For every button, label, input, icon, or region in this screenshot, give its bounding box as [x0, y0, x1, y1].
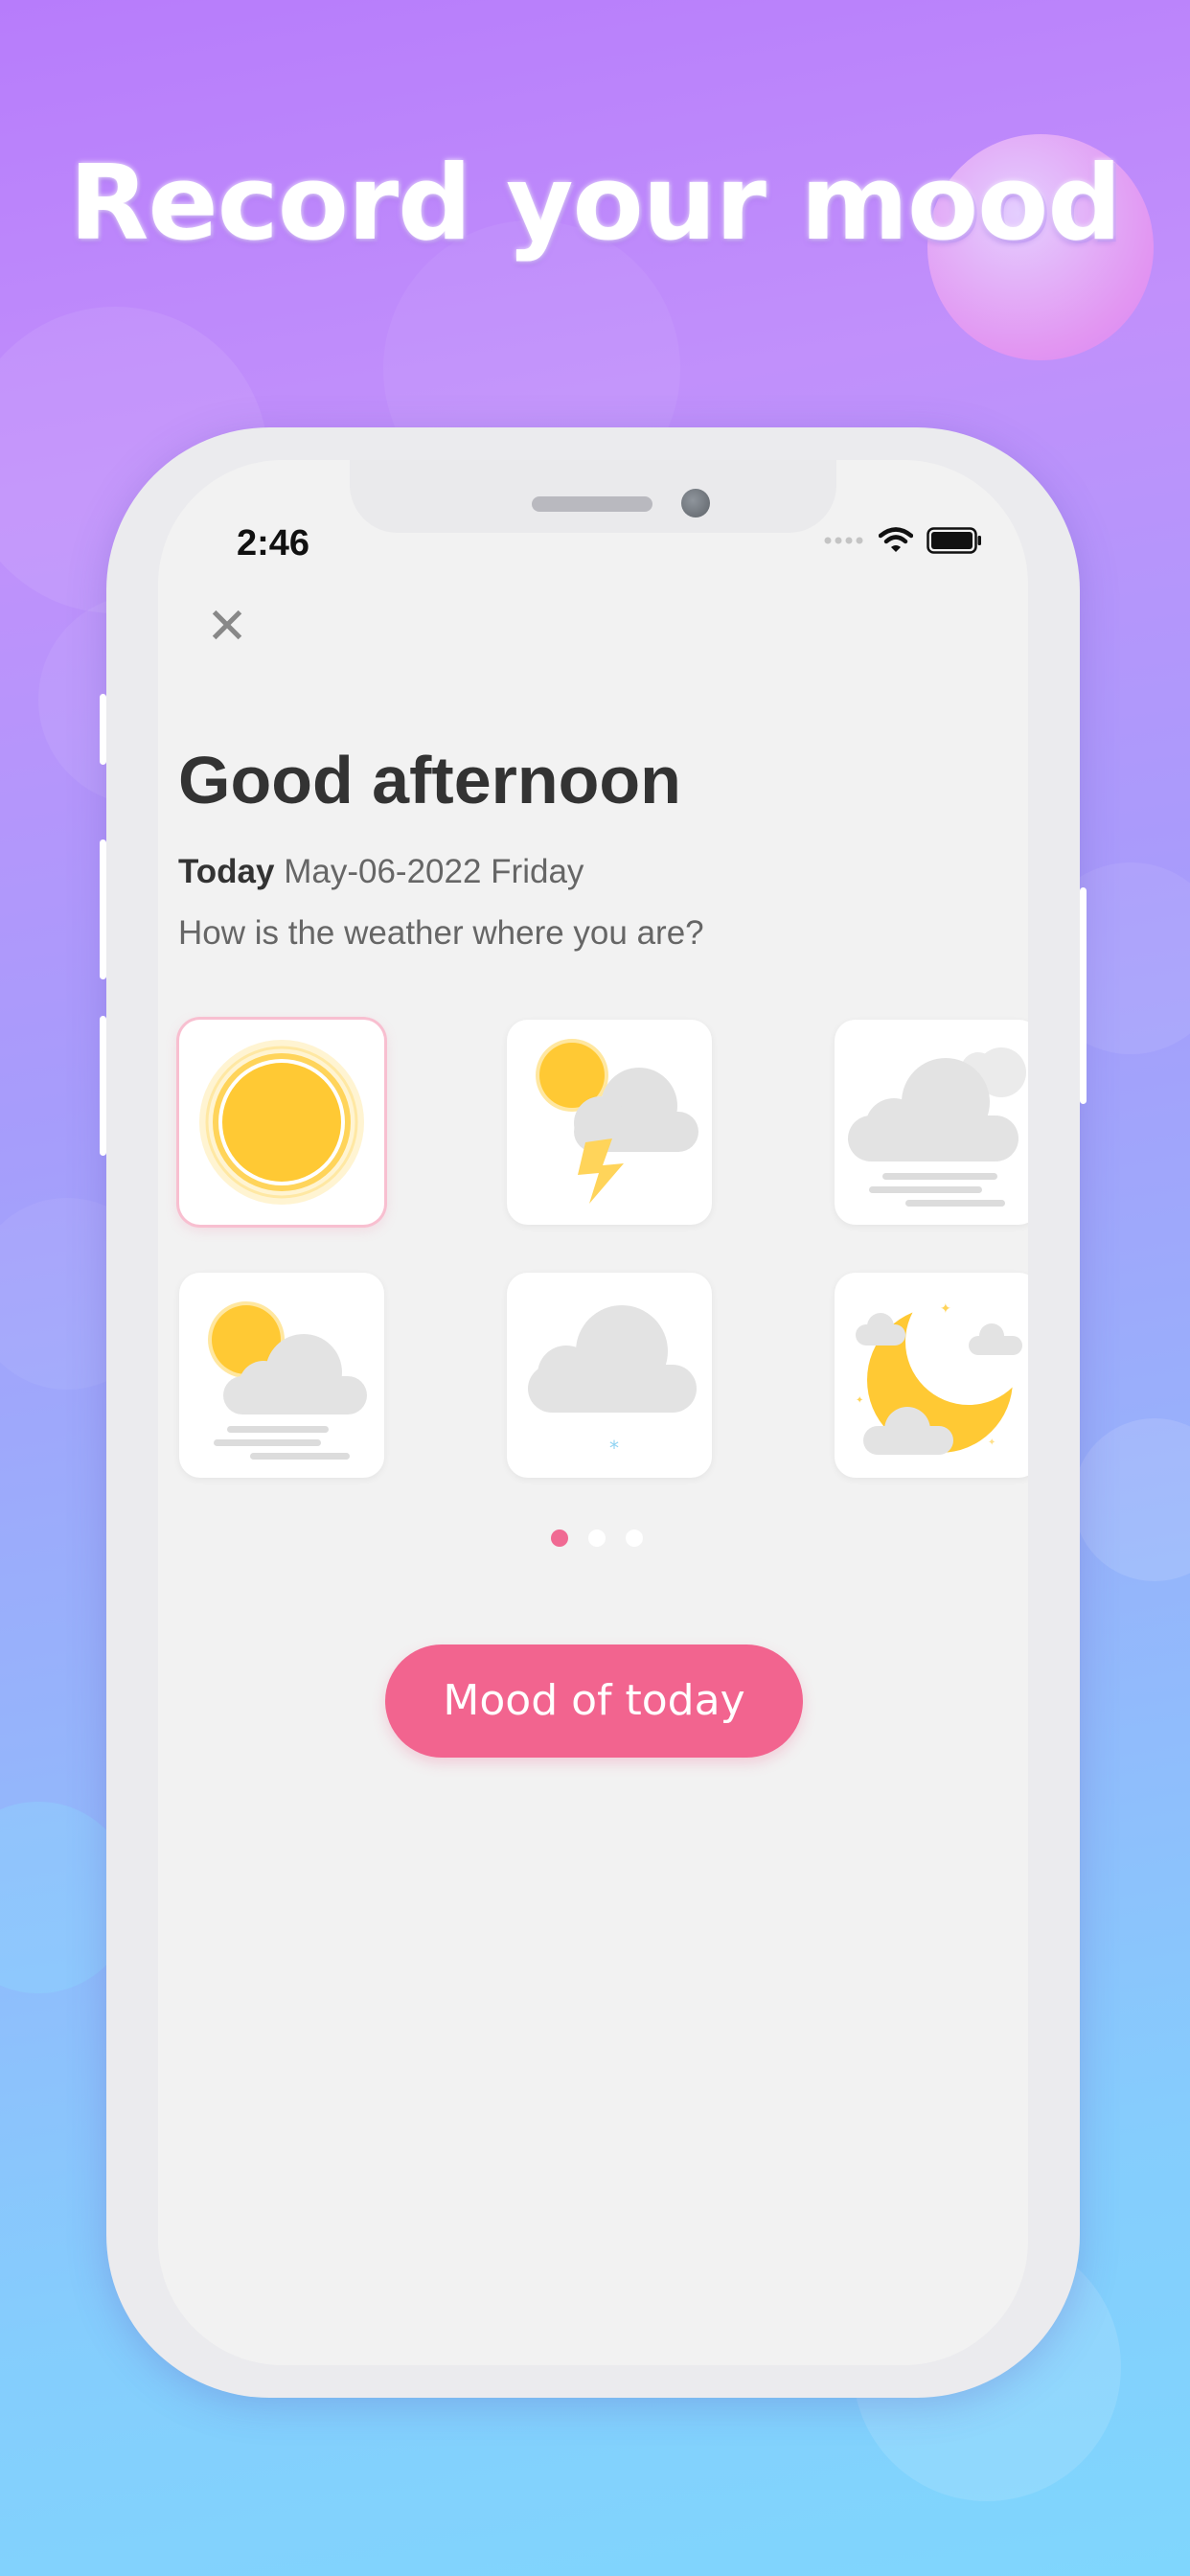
- svg-text:✦: ✦: [988, 1438, 995, 1448]
- weather-option-thunderstorm[interactable]: [507, 1020, 712, 1225]
- svg-text:✦: ✦: [856, 1395, 863, 1406]
- weather-option-fog[interactable]: [835, 1020, 1028, 1225]
- status-icons: [823, 527, 982, 554]
- snow-icon: *: [528, 1305, 697, 1460]
- mood-of-today-button[interactable]: Mood of today: [385, 1644, 803, 1758]
- weather-option-partly-cloudy-fog[interactable]: [179, 1273, 384, 1478]
- app-screen: 2:46 ✕ Good afternoon Today May-06-2022 …: [158, 460, 1028, 2365]
- page-indicator-2[interactable]: [588, 1530, 606, 1547]
- bubble-decoration: [1073, 1418, 1190, 1581]
- weather-option-snow[interactable]: *: [507, 1273, 712, 1478]
- close-icon[interactable]: ✕: [189, 588, 265, 665]
- date-line: Today May-06-2022 Friday: [178, 853, 584, 891]
- clear-night-icon: ✦ ✦ ✦: [856, 1278, 1028, 1455]
- wifi-icon: [879, 527, 913, 552]
- thunderstorm-icon: [536, 1039, 698, 1204]
- weather-question: How is the weather where you are?: [178, 914, 704, 952]
- front-camera: [681, 489, 710, 518]
- notch: [350, 460, 836, 533]
- svg-text:*: *: [609, 1437, 619, 1460]
- sunny-icon: [199, 1040, 364, 1205]
- phone-side-button: [1080, 887, 1087, 1104]
- battery-icon: [927, 527, 981, 554]
- date-prefix: Today: [178, 853, 275, 890]
- speaker: [532, 496, 652, 512]
- partly-cloudy-fog-icon: [208, 1301, 367, 1460]
- page-indicator-3[interactable]: [626, 1530, 643, 1547]
- status-time: 2:46: [237, 523, 310, 564]
- page-indicator-1[interactable]: [551, 1530, 568, 1547]
- phone-side-button: [100, 840, 106, 979]
- date-text: May-06-2022 Friday: [284, 853, 584, 890]
- weather-option-clear-night[interactable]: ✦ ✦ ✦: [835, 1273, 1028, 1478]
- svg-text:✦: ✦: [940, 1301, 951, 1317]
- phone-mockup: 2:46 ✕ Good afternoon Today May-06-2022 …: [100, 427, 1087, 2398]
- headline: Record your mood: [69, 144, 1121, 264]
- fog-icon: [848, 1047, 1026, 1207]
- greeting-title: Good afternoon: [178, 743, 681, 817]
- phone-side-button: [100, 1016, 106, 1156]
- background: Record your mood 2:46 ✕ Good afternoon T…: [0, 0, 1190, 2576]
- weather-option-sunny[interactable]: [179, 1020, 384, 1225]
- phone-side-button: [100, 694, 106, 765]
- cellular-signal-icon: [824, 537, 863, 544]
